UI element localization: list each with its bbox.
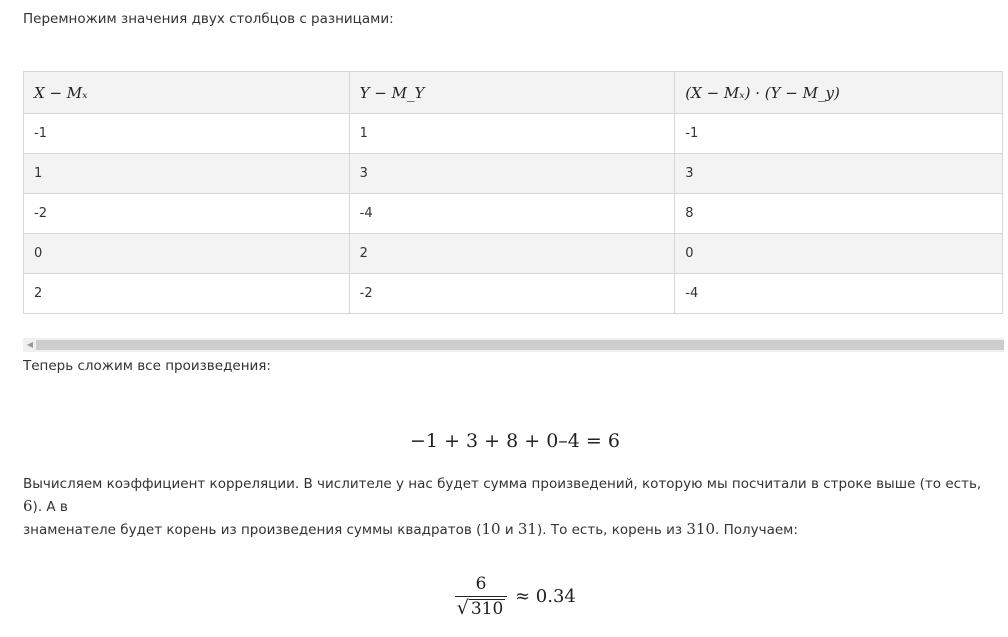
explanation-text: Вычисляем коэффициент корреляции. В числ…: [23, 476, 982, 492]
scrollbar-thumb[interactable]: [36, 340, 1004, 350]
table-row: -1 1 -1: [23, 113, 1003, 154]
table-row: 2 -2 -4: [23, 273, 1003, 314]
square-root-icon: √: [456, 597, 469, 619]
table-cell: 8: [674, 193, 1003, 234]
table-cell: 2: [23, 273, 350, 314]
explanation-text: ). А в: [32, 499, 68, 515]
column-header-product: (X − Mₓ) · (Y − M_y): [674, 71, 1003, 114]
differences-table: X − Mₓ Y − M_Y (X − Mₓ) · (Y − M_y) -1 1…: [23, 71, 1003, 314]
explanation-text: и: [500, 522, 518, 538]
explanation-text: знаменателе будет корень из произведения…: [23, 522, 482, 538]
table-cell: -1: [23, 113, 350, 154]
inline-number: 310: [686, 520, 716, 538]
table-cell: -4: [348, 193, 676, 234]
inline-number: 31: [517, 520, 537, 538]
fraction-numerator: 6: [475, 574, 487, 594]
inline-number: 6: [23, 497, 33, 515]
column-header-x-minus-mx: X − Mₓ: [23, 71, 350, 114]
table-cell: -4: [674, 273, 1003, 314]
correlation-result-formula: 6 √ 310 ≈ 0.34: [455, 574, 576, 619]
radicand: 310: [468, 599, 506, 619]
fraction-denominator: √ 310: [457, 597, 506, 619]
table-header-row: X − Mₓ Y − M_Y (X − Mₓ) · (Y − M_y): [23, 71, 1003, 114]
explanation-text: ). То есть, корень из: [536, 522, 687, 538]
table-cell: 1: [348, 113, 676, 154]
sum-equation: −1 + 3 + 8 + 0–4 = 6: [410, 430, 620, 452]
table-cell: 0: [674, 233, 1003, 274]
fraction: 6 √ 310: [455, 574, 507, 619]
table-cell: -1: [674, 113, 1003, 154]
table-cell: 3: [674, 153, 1003, 194]
table-cell: 1: [23, 153, 350, 194]
table-cell: 2: [348, 233, 676, 274]
table-cell: 0: [23, 233, 350, 274]
inline-number: 10: [481, 520, 501, 538]
column-header-y-minus-my: Y − M_Y: [348, 71, 676, 114]
table-row: -2 -4 8: [23, 193, 1003, 234]
explanation-paragraph: Вычисляем коэффициент корреляции. В числ…: [23, 473, 998, 541]
explanation-text: . Получаем:: [715, 522, 798, 538]
table-cell: 3: [348, 153, 676, 194]
table-row: 1 3 3: [23, 153, 1003, 194]
sum-intro-text: Теперь сложим все произведения:: [23, 358, 271, 374]
scroll-left-icon[interactable]: ◀: [25, 340, 35, 350]
table-cell: -2: [23, 193, 350, 234]
intro-text: Перемножим значения двух столбцов с разн…: [23, 11, 394, 27]
table-cell: -2: [348, 273, 676, 314]
table-row: 0 2 0: [23, 233, 1003, 274]
horizontal-scrollbar[interactable]: ◀: [23, 338, 1004, 352]
approx-result: ≈ 0.34: [515, 586, 576, 607]
